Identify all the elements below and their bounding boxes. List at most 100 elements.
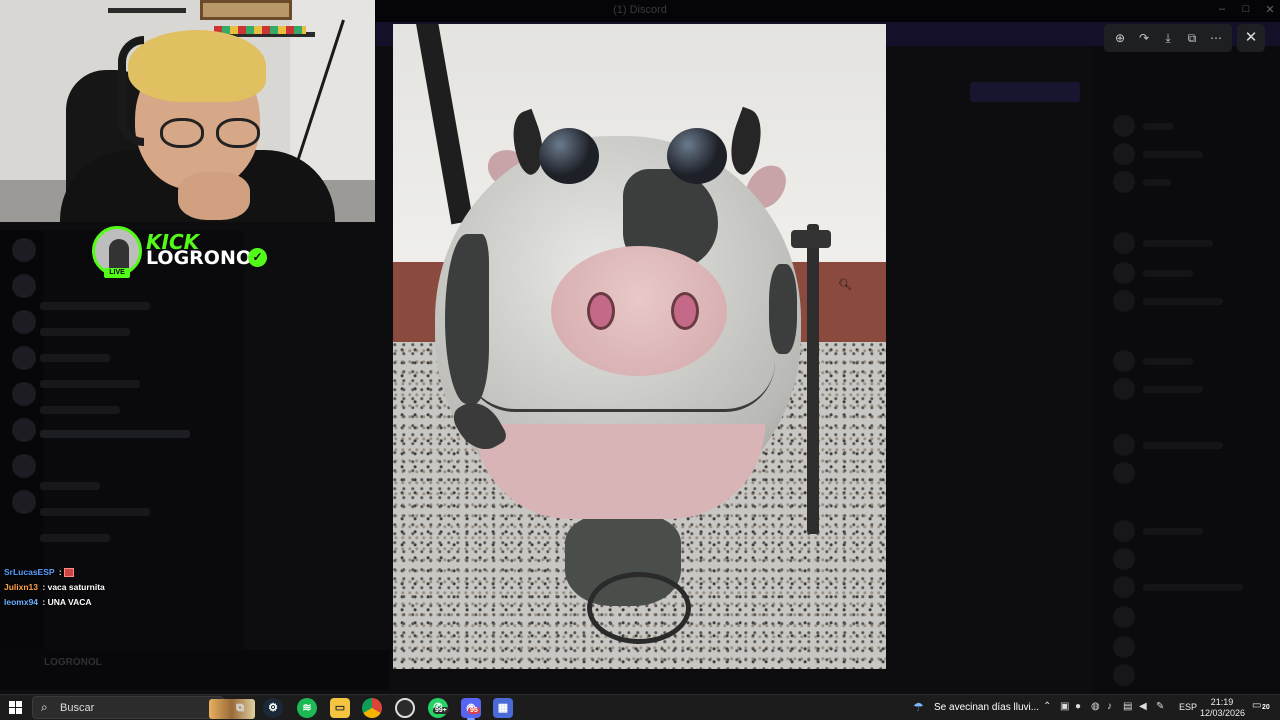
member-name-placeholder — [1143, 528, 1203, 535]
forward-icon[interactable]: ↷ — [1136, 30, 1152, 46]
channel-placeholder — [40, 302, 150, 310]
member-name-placeholder — [1143, 386, 1203, 393]
taskbar: ⌕ Buscar ⧉ ⚙ ≋ ▭ ✆ 99+ ◉ 95 ▦ ☂ Se aveci… — [0, 694, 1280, 720]
server-icon — [12, 418, 36, 442]
cow-eye-left — [539, 128, 599, 184]
server-list — [0, 230, 44, 690]
more-icon[interactable]: ⋯ — [1208, 30, 1224, 46]
emote-icon — [64, 568, 75, 578]
cow-spot — [445, 234, 489, 404]
server-icon — [12, 382, 36, 406]
glasses-lens — [216, 118, 260, 148]
server-icon — [12, 454, 36, 478]
member-avatar — [1113, 664, 1135, 686]
glasses-lens — [160, 118, 204, 148]
server-icon — [12, 346, 36, 370]
member-name-placeholder — [1143, 123, 1173, 130]
windows-start-icon[interactable] — [9, 701, 23, 715]
notification-count: 20 — [1262, 704, 1270, 711]
channel-list — [44, 230, 244, 690]
tray-app-icon[interactable]: ▤ — [1123, 701, 1132, 712]
member-avatar — [1113, 290, 1135, 312]
channel-placeholder — [40, 534, 110, 542]
chat-username[interactable]: SrLucasESP — [4, 567, 55, 577]
member-avatar — [1113, 262, 1135, 284]
chat-separator: : — [56, 567, 65, 577]
member-avatar — [1113, 350, 1135, 372]
server-icon — [12, 310, 36, 334]
webcam-shelf — [108, 8, 186, 13]
webcam-streamer-hand — [178, 172, 250, 220]
member-avatar — [1113, 520, 1135, 542]
cow-spot — [769, 264, 797, 354]
whatsapp-badge: 99+ — [433, 707, 449, 714]
live-badge: LIVE — [104, 268, 130, 278]
chat-message: SrLucasESP : — [4, 567, 75, 578]
channel-placeholder — [40, 430, 190, 438]
photo-stand-top — [791, 230, 831, 248]
chevron-up-icon[interactable]: ⌃ — [1043, 701, 1051, 712]
search-placeholder: Buscar — [60, 702, 95, 714]
calculator-icon[interactable]: ▦ — [493, 698, 513, 718]
notification-icon[interactable]: ▭ — [1252, 700, 1261, 711]
chrome-icon[interactable] — [362, 698, 382, 718]
member-avatar — [1113, 378, 1135, 400]
member-name-placeholder — [1143, 151, 1203, 158]
channel-placeholder — [40, 328, 130, 336]
member-avatar — [1113, 606, 1135, 628]
member-name-placeholder — [1143, 584, 1243, 591]
pen-icon[interactable]: ✎ — [1156, 701, 1164, 712]
clock[interactable]: 21:19 12/03/2026 — [1200, 697, 1245, 719]
window-close-icon[interactable]: ✕ — [1260, 3, 1280, 16]
channel-placeholder — [40, 482, 100, 490]
open-external-icon[interactable]: ⧉ — [1184, 30, 1200, 46]
chat-separator: : — [40, 597, 48, 607]
chat-text: vaca saturnita — [47, 582, 105, 592]
download-icon[interactable]: ⤓ — [1160, 30, 1176, 46]
weather-text[interactable]: Se avecinan días lluvi... — [934, 702, 1039, 713]
tray-app-icon[interactable]: ▣ — [1060, 701, 1069, 712]
chat-username[interactable]: Julixn13 — [4, 582, 38, 592]
task-view-icon[interactable]: ⧉ — [230, 698, 250, 718]
channel-placeholder — [40, 354, 110, 362]
member-name-placeholder — [1143, 358, 1193, 365]
tray-app-icon[interactable]: ● — [1075, 701, 1081, 712]
zoom-icon[interactable]: ⊕ — [1112, 30, 1128, 46]
webcam-glasses — [160, 118, 270, 150]
cow-nostril-right — [671, 292, 699, 330]
user-panel — [0, 650, 390, 690]
taskbar-search[interactable]: ⌕ Buscar — [32, 696, 255, 719]
webcam-overlay — [0, 0, 375, 222]
chat-message: Julixn13 : vaca saturnita — [4, 582, 105, 592]
image-viewer-toolbar: ⊕ ↷ ⤓ ⧉ ⋯ — [1104, 24, 1232, 52]
chat-text: UNA VACA — [47, 597, 92, 607]
cow-ring — [587, 572, 691, 644]
member-avatar — [1113, 576, 1135, 598]
photo-stand — [807, 224, 819, 534]
server-icon — [12, 238, 36, 262]
steam-icon[interactable]: ⚙ — [263, 698, 283, 718]
member-name-placeholder — [1143, 442, 1223, 449]
minimize-icon[interactable]: – — [1212, 3, 1232, 15]
chat-username[interactable]: leomx94 — [4, 597, 38, 607]
member-name-placeholder — [1143, 270, 1193, 277]
volume-icon[interactable]: ◀ — [1139, 701, 1147, 712]
maximize-icon[interactable]: □ — [1236, 3, 1256, 15]
language-indicator[interactable]: ESP — [1179, 702, 1197, 712]
weather-icon[interactable]: ☂ — [913, 700, 924, 714]
channel-placeholder — [40, 406, 120, 414]
member-name-placeholder — [1143, 298, 1223, 305]
obs-icon[interactable] — [395, 698, 415, 718]
headset-icon — [118, 36, 144, 146]
tray-app-icon[interactable]: ◍ — [1091, 701, 1100, 712]
clock-time: 21:19 — [1210, 697, 1234, 707]
viewed-image[interactable] — [393, 24, 886, 669]
folder-icon[interactable]: ▭ — [330, 698, 350, 718]
spotify-icon[interactable]: ≋ — [297, 698, 317, 718]
member-avatar — [1113, 143, 1135, 165]
webcam-picture-frame — [200, 0, 292, 20]
channel-placeholder — [40, 380, 140, 388]
microphone-icon[interactable]: ♪ — [1107, 701, 1112, 712]
close-icon[interactable]: ✕ — [1237, 24, 1265, 52]
cow-eye-right — [667, 128, 727, 184]
